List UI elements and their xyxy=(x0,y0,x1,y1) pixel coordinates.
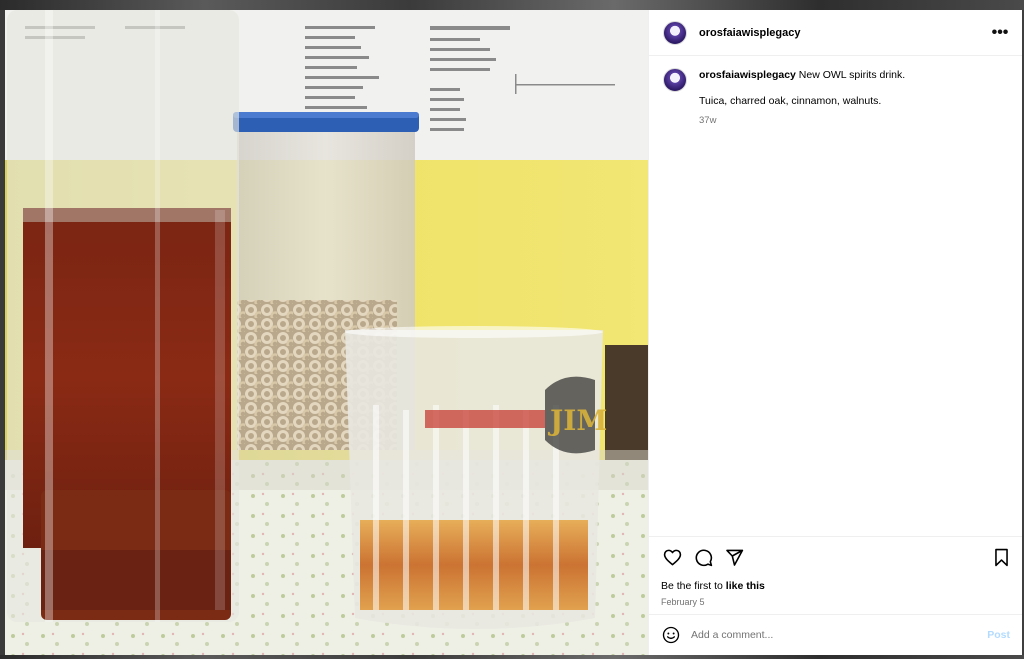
heart-icon[interactable] xyxy=(661,546,683,568)
post-header: orosfaiawisplegacy ••• xyxy=(649,10,1022,56)
caption-body: orosfaiawisplegacy New OWL spirits drink… xyxy=(699,68,905,128)
caption: orosfaiawisplegacy New OWL spirits drink… xyxy=(663,68,1008,128)
caption-text: New OWL spirits drink. xyxy=(798,69,906,81)
caption-avatar[interactable] xyxy=(663,68,687,92)
comment-input[interactable] xyxy=(691,629,988,641)
bookmark-icon[interactable] xyxy=(990,546,1012,568)
avatar[interactable] xyxy=(663,20,687,45)
caption-text-line2: Tuica, charred oak, cinnamon, walnuts. xyxy=(699,95,882,107)
post-photo: JIM xyxy=(5,10,648,655)
post-modal: JIM orosfaiawisplegacy ••• orosfaiawispl… xyxy=(5,10,1022,655)
comment-box: Post xyxy=(649,614,1022,655)
comments-section: orosfaiawisplegacy New OWL spirits drink… xyxy=(649,56,1022,536)
likes-prefix: Be the first to xyxy=(661,580,726,592)
header-username[interactable]: orosfaiawisplegacy xyxy=(699,27,801,39)
caption-timestamp[interactable]: 37w xyxy=(699,113,905,128)
more-options-icon[interactable]: ••• xyxy=(990,23,1010,43)
post-actions: Be the first to like this February 5 xyxy=(649,536,1022,614)
post-side-panel: orosfaiawisplegacy ••• orosfaiawisplegac… xyxy=(648,10,1022,655)
like-this-link[interactable]: like this xyxy=(726,580,765,592)
action-icon-row xyxy=(661,545,1012,569)
post-date[interactable]: February 5 xyxy=(661,597,1012,607)
svg-text:JIM: JIM xyxy=(547,404,607,437)
comment-icon[interactable] xyxy=(692,546,714,568)
emoji-icon[interactable] xyxy=(661,625,681,645)
caption-username[interactable]: orosfaiawisplegacy xyxy=(699,69,796,81)
share-icon[interactable] xyxy=(723,546,745,568)
post-comment-button[interactable]: Post xyxy=(987,629,1010,641)
likes-summary: Be the first to like this xyxy=(661,580,1012,592)
